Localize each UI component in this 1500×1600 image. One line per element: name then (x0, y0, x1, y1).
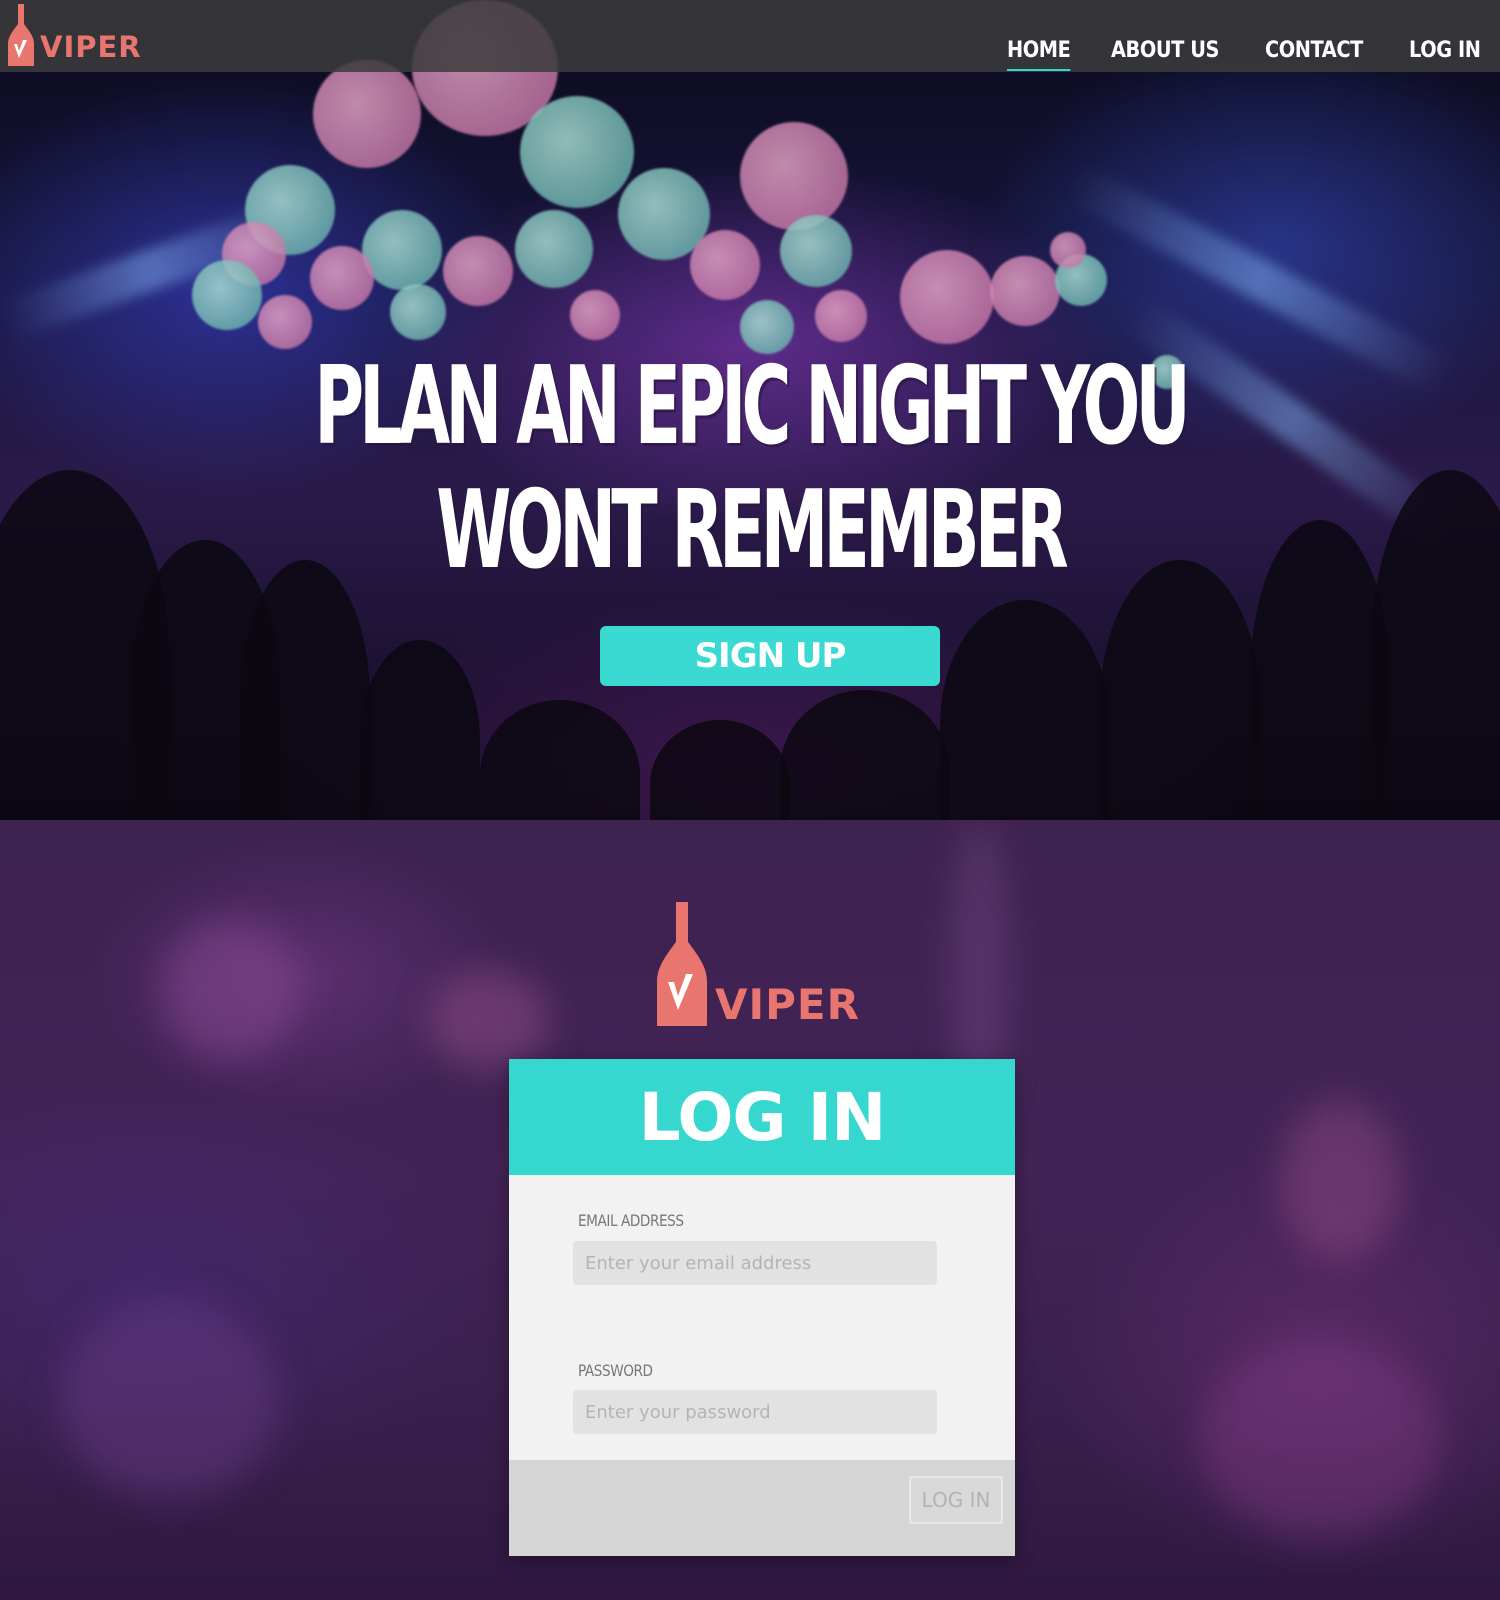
balloon (390, 284, 446, 340)
sign-up-button[interactable]: SIGN UP (600, 626, 940, 686)
viper-logo-large: VIPER (657, 902, 867, 1032)
nav-log-in[interactable]: LOG IN (1409, 38, 1481, 71)
password-field[interactable] (573, 1390, 937, 1434)
hero-headline-line2: WONT REMEMBER (436, 468, 1068, 593)
login-card: LOG IN EMAIL ADDRESS PASSWORD LOG IN (509, 1059, 1015, 1556)
nav-about-us[interactable]: ABOUT US (1111, 38, 1219, 71)
balloon (740, 122, 848, 230)
crowd-silhouette (650, 720, 790, 820)
crowd-silhouette (240, 560, 370, 820)
log-in-button[interactable]: LOG IN (909, 1476, 1003, 1524)
viper-logo[interactable]: VIPER (8, 4, 142, 66)
balloon (258, 295, 312, 349)
balloon (900, 250, 994, 344)
balloon (1050, 232, 1086, 268)
nav-home[interactable]: HOME (1006, 38, 1071, 71)
bokeh-light (160, 920, 300, 1060)
login-card-title: LOG IN (509, 1059, 1015, 1175)
bokeh-light (1280, 1100, 1400, 1260)
crowd-silhouette (1100, 560, 1260, 820)
top-navbar: VIPER HOME ABOUT US CONTACT LOG IN (0, 0, 1500, 72)
balloon (515, 210, 593, 288)
balloon (313, 60, 421, 168)
crowd-silhouette (360, 640, 480, 820)
balloon (690, 230, 760, 300)
main-nav: HOME ABOUT US CONTACT LOG IN (1006, 38, 1490, 71)
password-label: PASSWORD (578, 1361, 653, 1380)
hero-headline-line1: PLAN AN EPIC NIGHT YOU (314, 344, 1190, 469)
crowd-silhouette (1370, 470, 1500, 820)
logo-text-large: VIPER (715, 980, 860, 1029)
nav-contact[interactable]: CONTACT (1265, 38, 1363, 71)
balloon (362, 210, 442, 290)
bottle-icon (8, 4, 34, 66)
email-label: EMAIL ADDRESS (578, 1211, 684, 1230)
balloon (990, 256, 1060, 326)
balloon (310, 246, 374, 310)
logo-text: VIPER (40, 30, 142, 64)
balloon (570, 290, 620, 340)
bokeh-light (1200, 1340, 1440, 1540)
balloon (815, 290, 867, 342)
login-section: VIPER LOG IN EMAIL ADDRESS PASSWORD LOG … (0, 820, 1500, 1600)
hero-headline: PLAN AN EPIC NIGHT YOU WONT REMEMBER (225, 345, 1275, 593)
hero-section: VIPER HOME ABOUT US CONTACT LOG IN PLAN … (0, 0, 1500, 820)
crowd-silhouette (780, 690, 950, 820)
crowd-silhouette (940, 600, 1110, 820)
balloon (780, 215, 852, 287)
bokeh-light (60, 1300, 280, 1500)
balloon (192, 260, 262, 330)
bokeh-light (430, 970, 550, 1070)
crowd-silhouette (480, 700, 640, 820)
balloon (520, 96, 634, 208)
bottle-icon (657, 902, 707, 1026)
login-card-footer: LOG IN (509, 1460, 1015, 1556)
balloon (443, 236, 513, 306)
email-field[interactable] (573, 1241, 937, 1285)
